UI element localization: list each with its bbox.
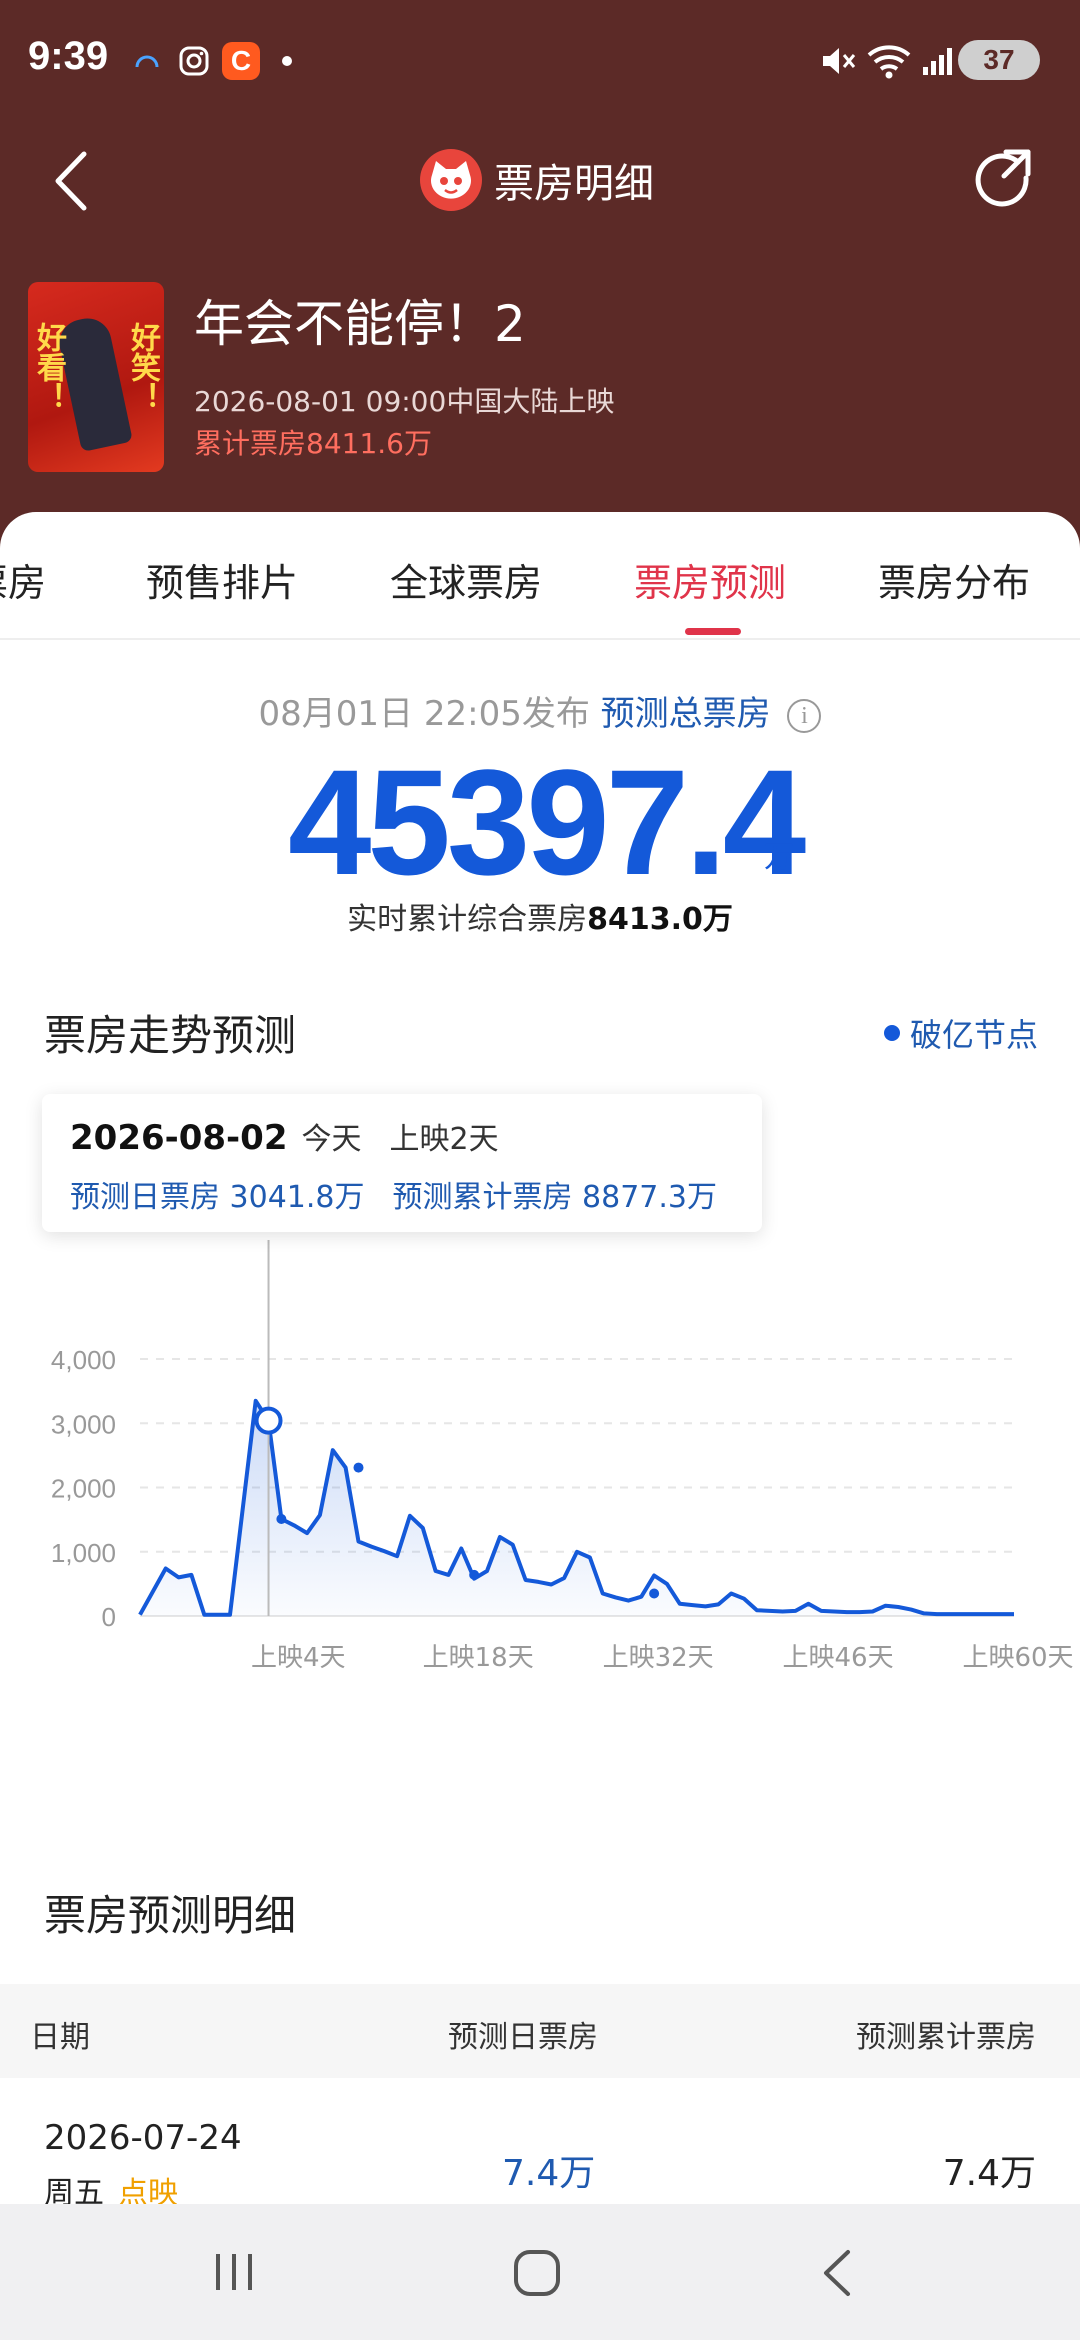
home-button[interactable] — [512, 2248, 562, 2302]
header: 9:39 C 37 票房明细 好看！ 好笑！ 年会不能停！2 2026-08-0… — [0, 0, 1080, 560]
col-cumulative: 预测累计票房 — [856, 2020, 1036, 2055]
realtime-value: 8413.0万 — [587, 902, 733, 937]
trend-chart[interactable]: 0 1,000 2,000 3,000 4,000 上映4天 上映18天 上映32天 上映46天… — [0, 1240, 1080, 1740]
trend-chart-svg[interactable]: 0 1,000 2,000 3,000 4,000 上映4天 上映18天 上映32天 上映46天… — [0, 1240, 1080, 1740]
tooltip-values: 预测日票房 3041.8万 预测累计票房 8877.3万 — [70, 1172, 717, 1216]
dot-icon — [280, 44, 294, 78]
poster-text-left: 好看！ — [31, 322, 66, 412]
tooltip-daily: 预测日票房 3041.8万 — [70, 1180, 365, 1215]
trend-title: 票房走势预测 — [44, 1011, 297, 1060]
milestone-point — [276, 1513, 287, 1524]
movie-title: 年会不能停！2 — [194, 295, 526, 353]
movie-total-box-office: 累计票房8411.6万 — [194, 427, 432, 460]
tab-box-office[interactable]: 票房 — [0, 552, 46, 607]
row-daily: 7.4万 — [502, 2153, 596, 2194]
maoyan-logo-icon — [420, 149, 482, 211]
movie-release: 2026-08-01 09:00中国大陆上映 — [194, 385, 615, 418]
publish-line: 08月01日 22:05发布 预测总票房 i — [0, 686, 1080, 735]
status-time: 9:39 — [28, 34, 109, 78]
row-cumulative: 7.4万 — [942, 2153, 1036, 2194]
detail-title: 票房预测明细 — [44, 1891, 297, 1940]
legend-label: 破亿节点 — [909, 1016, 1038, 1054]
poster-text-right: 好笑！ — [125, 322, 160, 412]
recent-apps-button[interactable] — [210, 2248, 258, 2300]
col-daily: 预测日票房 — [448, 2020, 598, 2055]
poster-figure — [55, 314, 133, 452]
forecast-total-label: 预测总票房 — [600, 694, 771, 734]
active-tab-indicator — [685, 628, 741, 635]
page-title: 票房明细 — [494, 161, 654, 207]
nav-title: 票房明细 — [420, 142, 654, 218]
nav-bar: 票房明细 — [0, 130, 1080, 230]
movie-poster[interactable]: 好看！ 好笑！ — [28, 282, 164, 472]
system-nav-bar — [0, 2204, 1080, 2340]
forecast-unit: 万 — [764, 840, 794, 875]
system-back-button[interactable] — [818, 2248, 858, 2302]
wifi-icon — [864, 44, 914, 79]
tab-presale[interactable]: 预售排片 — [146, 552, 298, 607]
y-tick-label: 3,000 — [51, 1409, 116, 1439]
milestone-point — [649, 1588, 660, 1599]
table-header: 日期 预测日票房 预测累计票房 — [0, 1984, 1080, 2078]
milestone-point — [353, 1462, 364, 1473]
signal-icon — [920, 44, 956, 78]
x-tick-label: 上映18天 — [423, 1643, 534, 1673]
publish-time: 08月01日 22:05发布 — [258, 694, 590, 734]
forecast-total-value: 45397.4 — [288, 738, 806, 906]
tooltip-cumulative: 预测累计票房 8877.3万 — [392, 1180, 718, 1215]
battery-indicator: 37 — [958, 40, 1040, 80]
main-card: 票房 预售排片 全球票房 票房预测 票房分布 08月01日 22:05发布 预测… — [0, 512, 1080, 2212]
movie-info: 好看！ 好笑！ 年会不能停！2 2026-08-01 09:00中国大陆上映 累… — [28, 282, 1068, 472]
highlight-point — [254, 1406, 283, 1435]
tooltip-date: 2026-08-02 — [70, 1118, 288, 1158]
col-date: 日期 — [30, 2020, 90, 2055]
app-c-icon: C — [222, 42, 260, 80]
legend-milestone[interactable]: 破亿节点 — [883, 1010, 1038, 1056]
tab-distribution[interactable]: 票房分布 — [878, 552, 1030, 607]
y-tick-label: 0 — [102, 1602, 116, 1632]
x-tick-label: 上映46天 — [783, 1643, 894, 1673]
y-tick-label: 1,000 — [51, 1538, 116, 1568]
status-bar: 9:39 C 37 — [0, 0, 1080, 120]
info-icon[interactable]: i — [787, 698, 822, 733]
y-tick-label: 2,000 — [51, 1474, 116, 1504]
share-button[interactable] — [970, 144, 1036, 210]
x-tick-label: 上映32天 — [603, 1643, 714, 1673]
row-date: 2026-07-24 — [44, 2118, 242, 2158]
legend-dot-icon — [883, 1025, 900, 1041]
chart-tooltip: 2026-08-02 今天 上映2天 预测日票房 3041.8万 预测累计票房 887… — [42, 1094, 762, 1232]
weather-icon — [132, 44, 162, 78]
x-tick-label: 上映60天 — [962, 1643, 1073, 1673]
tooltip-today: 今天 — [301, 1122, 362, 1157]
milestone-point — [469, 1569, 480, 1580]
tooltip-day: 上映2天 — [389, 1122, 499, 1157]
realtime-total: 实时累计综合票房8413.0万 — [0, 894, 1080, 938]
tooltip-date-line: 2026-08-02 今天 上映2天 — [70, 1114, 499, 1158]
realtime-label: 实时累计综合票房 — [347, 902, 588, 937]
mute-icon — [818, 44, 858, 78]
tab-global[interactable]: 全球票房 — [390, 552, 542, 607]
y-tick-label: 4,000 — [51, 1345, 116, 1375]
back-button[interactable] — [44, 146, 104, 216]
tab-bar: 票房 预售排片 全球票房 票房预测 票房分布 — [0, 512, 1080, 640]
tab-forecast[interactable]: 票房预测 — [634, 552, 786, 607]
x-tick-label: 上映4天 — [251, 1643, 346, 1673]
instagram-icon — [176, 44, 212, 78]
